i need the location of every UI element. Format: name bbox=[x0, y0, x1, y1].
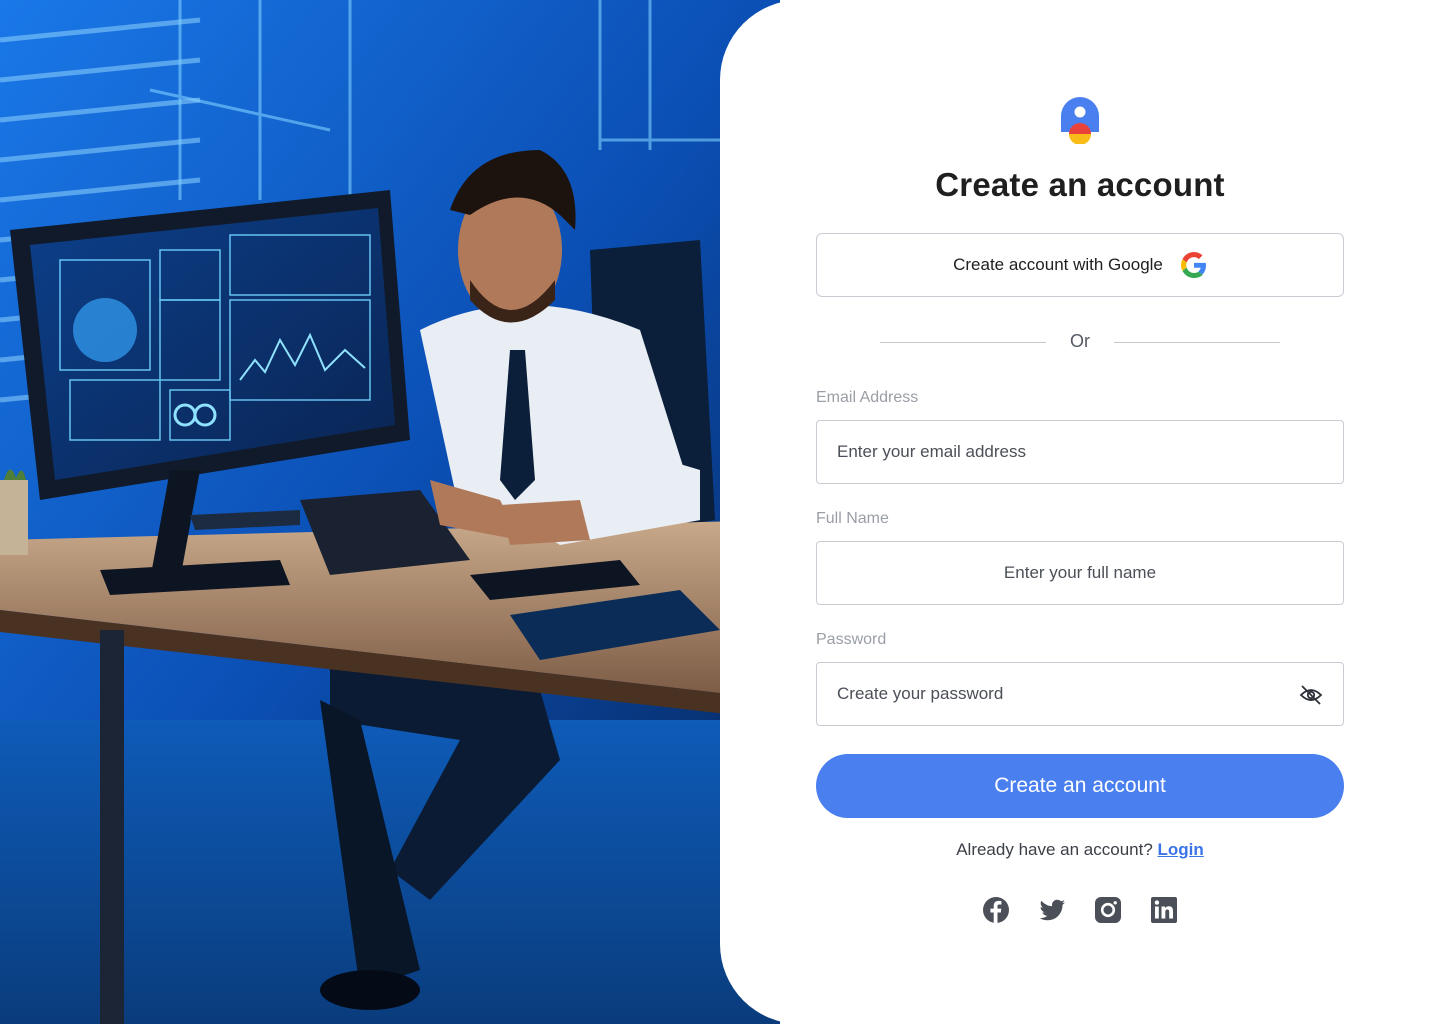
google-signup-button[interactable]: Create account with Google bbox=[816, 233, 1344, 297]
full-name-field[interactable] bbox=[817, 542, 1343, 604]
full-name-field-box bbox=[816, 541, 1344, 605]
email-label: Email Address bbox=[816, 389, 919, 406]
page-title: Create an account bbox=[935, 166, 1225, 203]
facebook-icon[interactable] bbox=[982, 896, 1010, 924]
signup-panel: Create an account Create account with Go… bbox=[720, 0, 1440, 1024]
signin-prompt: Already have an account? bbox=[956, 840, 1153, 859]
google-signup-label: Create account with Google bbox=[953, 255, 1163, 274]
login-link[interactable]: Login bbox=[1158, 840, 1204, 859]
full-name-label: Full Name bbox=[816, 510, 889, 527]
divider-text: Or bbox=[1070, 331, 1090, 351]
hero-illustration bbox=[0, 0, 780, 1024]
password-label: Password bbox=[816, 631, 887, 648]
email-field[interactable] bbox=[817, 421, 1343, 483]
divider-line-right bbox=[1114, 342, 1280, 343]
signin-row: Already have an account? Login bbox=[720, 840, 1440, 860]
app-logo-icon bbox=[1061, 97, 1099, 144]
email-field-box bbox=[816, 420, 1344, 484]
office-scene-image bbox=[0, 0, 780, 1024]
password-field[interactable] bbox=[817, 663, 1343, 725]
twitter-icon[interactable] bbox=[1038, 896, 1066, 924]
social-links bbox=[720, 896, 1440, 924]
linkedin-icon[interactable] bbox=[1150, 896, 1178, 924]
google-g-icon bbox=[1180, 252, 1206, 278]
eye-off-icon[interactable] bbox=[1299, 684, 1323, 706]
or-divider: Or bbox=[720, 330, 1440, 354]
password-field-box bbox=[816, 662, 1344, 726]
instagram-icon[interactable] bbox=[1094, 896, 1122, 924]
create-account-button[interactable]: Create an account bbox=[816, 754, 1344, 818]
